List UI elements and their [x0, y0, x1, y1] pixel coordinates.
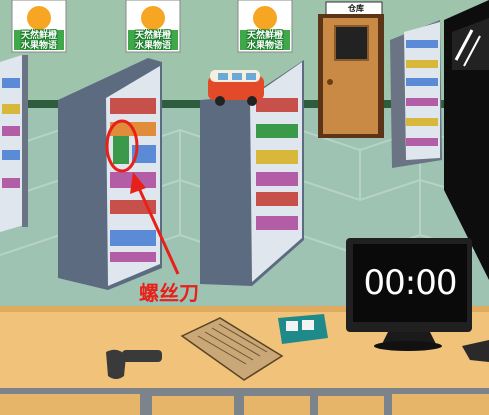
shelf-left-edge [0, 55, 28, 232]
scene-art [0, 0, 489, 415]
shelf-left [58, 58, 162, 290]
game-scene: 天然鲜橙 水果物语 天然鲜橙 水果物语 天然鲜橙 水果物语 仓库 00:00 螺… [0, 0, 489, 415]
screwdriver-item[interactable] [113, 136, 129, 164]
poster-2 [125, 0, 181, 53]
storage-door[interactable] [318, 1, 384, 138]
shelf-back-right [390, 20, 442, 168]
poster-3 [237, 0, 293, 53]
poster-1 [11, 0, 67, 53]
